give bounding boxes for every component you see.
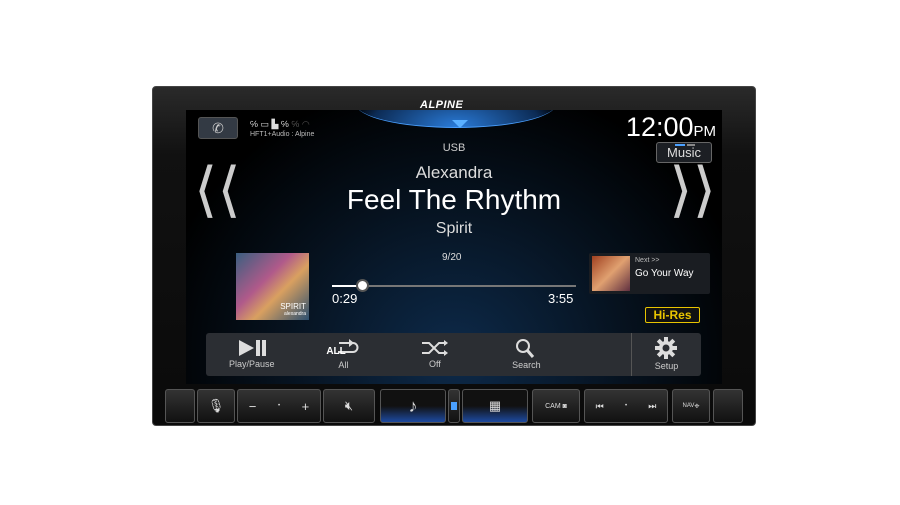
connection-status: HFT1+Audio : Alpine: [250, 131, 315, 138]
album-art: SPIRIT alexandra: [236, 253, 309, 320]
shuffle-label: Off: [428, 359, 441, 369]
track-index: 9/20: [442, 252, 462, 263]
repeat-label: All: [338, 360, 349, 370]
track-title: Feel The Rhythm: [346, 184, 562, 215]
search-icon: [516, 339, 535, 358]
music-note-icon: ♪: [408, 395, 418, 416]
camera-button[interactable]: CAM ◙: [532, 389, 580, 423]
map-pin-icon: ⌖: [694, 400, 700, 411]
shuffle-icon: [421, 340, 448, 356]
search-label: Search: [512, 360, 541, 370]
mute-icon: 🔇︎: [344, 398, 354, 413]
control-bar: Play/Pause ALL All Off Search Setup: [206, 333, 701, 376]
elapsed-time: 0:29: [332, 291, 358, 306]
nav-button[interactable]: NAV ⌖: [672, 389, 710, 423]
duration-time: 3:55: [548, 291, 574, 306]
next-track-card[interactable]: Next >> Go Your Way: [589, 253, 710, 294]
status-icons: ℅ ▭ ▙ ℅ ℅ ◠: [250, 119, 310, 129]
repeat-all-icon-text: ALL: [326, 346, 346, 357]
next-album-art: [592, 256, 630, 291]
screen: ✆ ℅ ▭ ▙ ℅ ℅ ◠ HFT1+Audio : Alpine 12:00P…: [186, 110, 722, 384]
cam-label: CAM: [545, 402, 561, 410]
gear-icon: [655, 337, 678, 359]
setup-label: Setup: [654, 361, 679, 371]
progress-knob[interactable]: [356, 279, 369, 292]
hi-res-badge: Hi-Res: [645, 307, 700, 323]
progress-bar[interactable]: [332, 279, 576, 292]
center-indicator: [448, 389, 460, 423]
control-spacer: [572, 333, 632, 376]
grid-icon: ▦: [488, 398, 502, 413]
repeat-button[interactable]: ALL All: [298, 333, 390, 375]
source-label: USB: [442, 142, 466, 154]
left-corner-button[interactable]: [165, 389, 195, 423]
repeat-all-icon: ALL: [326, 338, 360, 358]
previous-track-icon[interactable]: ⏮: [596, 401, 604, 412]
volume-rocker[interactable]: − • +: [237, 389, 321, 423]
right-corner-button[interactable]: [713, 389, 743, 423]
shuffle-button[interactable]: Off: [389, 333, 481, 375]
menu-button[interactable]: ▦: [462, 389, 528, 423]
pull-down-arrow-icon[interactable]: [452, 120, 468, 128]
play-pause-label: Play/Pause: [229, 359, 275, 369]
voice-button[interactable]: 🎙: [197, 389, 235, 423]
previous-chevron-icon[interactable]: ⟨⟨: [194, 160, 241, 220]
phone-button[interactable]: ✆: [198, 117, 238, 139]
setup-button[interactable]: Setup: [632, 333, 701, 375]
mute-button[interactable]: 🔇︎: [323, 389, 375, 423]
clock-ampm: PM: [693, 123, 717, 140]
artist-name: Alexandra: [415, 163, 493, 182]
next-label: Next >>: [635, 257, 660, 264]
volume-down-icon[interactable]: −: [249, 399, 257, 414]
album-art-text: SPIRIT: [280, 302, 306, 311]
album-art-subtext: alexandra: [284, 311, 306, 317]
audio-button[interactable]: ♪: [380, 389, 446, 423]
play-pause-button[interactable]: Play/Pause: [206, 333, 298, 375]
track-rocker[interactable]: ⏮ • ⏭: [584, 389, 668, 423]
next-chevron-icon[interactable]: ⟩⟩: [669, 160, 716, 220]
clock-time: 12:00: [625, 112, 694, 142]
album-name: Spirit: [435, 220, 473, 237]
play-pause-icon: [238, 340, 266, 356]
volume-up-icon[interactable]: +: [302, 399, 310, 414]
next-track-icon[interactable]: ⏭: [648, 401, 656, 412]
camera-icon: ◙: [562, 402, 567, 410]
clock: 12:00PM: [626, 112, 716, 143]
search-button[interactable]: Search: [481, 333, 573, 375]
nav-label: NAV: [682, 403, 695, 409]
next-title: Go Your Way: [635, 268, 694, 279]
